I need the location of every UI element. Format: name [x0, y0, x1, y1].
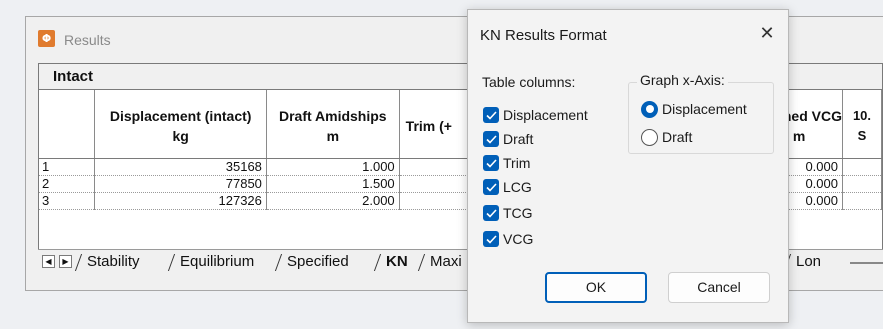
- checkbox-checked-icon[interactable]: [483, 205, 499, 221]
- row-number[interactable]: 2: [39, 175, 96, 193]
- column-header-unit: S: [857, 127, 867, 143]
- radio-label: Draft: [662, 129, 693, 145]
- table-cell[interactable]: [842, 158, 882, 176]
- ok-button[interactable]: OK: [545, 272, 647, 303]
- checkbox-displacement[interactable]: Displacement: [483, 105, 588, 125]
- checkbox-draft[interactable]: Draft: [483, 129, 533, 149]
- draft-cell[interactable]: 2.000: [266, 192, 400, 210]
- radio-draft[interactable]: Draft: [641, 127, 692, 147]
- tab-scroll-left-button[interactable]: ◀: [42, 255, 55, 268]
- tab-kn[interactable]: KN: [374, 252, 408, 272]
- checkbox-checked-icon[interactable]: [483, 155, 499, 171]
- radio-label: Displacement: [662, 101, 747, 117]
- tab-equilibrium[interactable]: Equilibrium: [168, 252, 254, 272]
- column-header-title: ned VCG: [782, 107, 842, 124]
- row-number[interactable]: 1: [39, 158, 96, 176]
- table-cell[interactable]: [842, 175, 882, 193]
- radio-unselected-icon[interactable]: [641, 128, 658, 146]
- tab-maxi[interactable]: Maxi: [418, 252, 462, 272]
- checkbox-label: TCG: [503, 205, 533, 221]
- vcg-cell[interactable]: 0.000: [782, 158, 843, 176]
- dialog-title: KN Results Format: [480, 27, 607, 44]
- tab-specified[interactable]: Specified: [275, 252, 349, 272]
- radio-selected-icon[interactable]: [641, 100, 658, 118]
- row-number[interactable]: 3: [39, 192, 96, 210]
- column-header-title: Displacement (intact): [109, 107, 252, 124]
- checkbox-vcg[interactable]: VCG: [483, 229, 533, 249]
- vcg-cell[interactable]: 0.000: [782, 175, 843, 193]
- triangle-left-icon: ◀: [45, 257, 52, 266]
- column-header-title: Draft Amidships: [278, 107, 387, 124]
- checkbox-tcg[interactable]: TCG: [483, 203, 533, 223]
- column-header[interactable]: 10. S: [842, 90, 882, 159]
- app-logo-icon: Φ: [38, 30, 55, 47]
- close-icon[interactable]: ✕: [757, 22, 777, 44]
- radio-displacement[interactable]: Displacement: [641, 99, 747, 119]
- draft-cell[interactable]: 1.000: [266, 158, 400, 176]
- row-number-header[interactable]: [39, 90, 96, 159]
- checkbox-label: VCG: [503, 231, 534, 247]
- column-header-unit: m: [326, 127, 340, 144]
- column-header[interactable]: Draft Amidships m: [266, 90, 400, 159]
- displacement-cell[interactable]: 127326: [94, 192, 267, 210]
- displacement-cell[interactable]: 77850: [94, 175, 267, 193]
- column-header[interactable]: Displacement (intact) kg: [94, 90, 267, 159]
- tab-lon[interactable]: Lon: [784, 252, 821, 272]
- checkbox-label: Trim: [503, 155, 531, 171]
- column-header-unit: kg: [172, 127, 189, 144]
- triangle-right-icon: ▶: [62, 257, 69, 266]
- checkbox-label: Displacement: [503, 107, 588, 123]
- vcg-cell[interactable]: 0.000: [782, 192, 843, 210]
- column-header-unit: m: [792, 127, 806, 144]
- checkbox-checked-icon[interactable]: [483, 107, 499, 123]
- checkbox-trim[interactable]: Trim: [483, 153, 530, 173]
- column-header-title: 10.: [852, 107, 872, 123]
- checkbox-label: Draft: [503, 131, 534, 147]
- displacement-cell[interactable]: 35168: [94, 158, 267, 176]
- draft-cell[interactable]: 1.500: [266, 175, 400, 193]
- cancel-button[interactable]: Cancel: [668, 272, 770, 303]
- graph-x-axis-label: Graph x-Axis:: [637, 72, 728, 88]
- table-cell[interactable]: [842, 192, 882, 210]
- checkbox-checked-icon[interactable]: [483, 179, 499, 195]
- checkbox-checked-icon[interactable]: [483, 231, 499, 247]
- window-title: Results: [64, 32, 111, 48]
- table-columns-label: Table columns:: [482, 74, 576, 90]
- tab-stability[interactable]: Stability: [75, 252, 140, 272]
- checkbox-label: LCG: [503, 179, 532, 195]
- kn-results-format-dialog: KN Results Format ✕ Table columns: Displ…: [467, 9, 789, 323]
- checkbox-checked-icon[interactable]: [483, 131, 499, 147]
- tab-scroll-right-button[interactable]: ▶: [59, 255, 72, 268]
- tab-scrollbar[interactable]: [850, 262, 883, 264]
- graph-x-axis-group: Graph x-Axis: Displacement Draft: [628, 72, 774, 154]
- checkbox-lcg[interactable]: LCG: [483, 177, 532, 197]
- column-header[interactable]: ned VCG m: [782, 90, 843, 159]
